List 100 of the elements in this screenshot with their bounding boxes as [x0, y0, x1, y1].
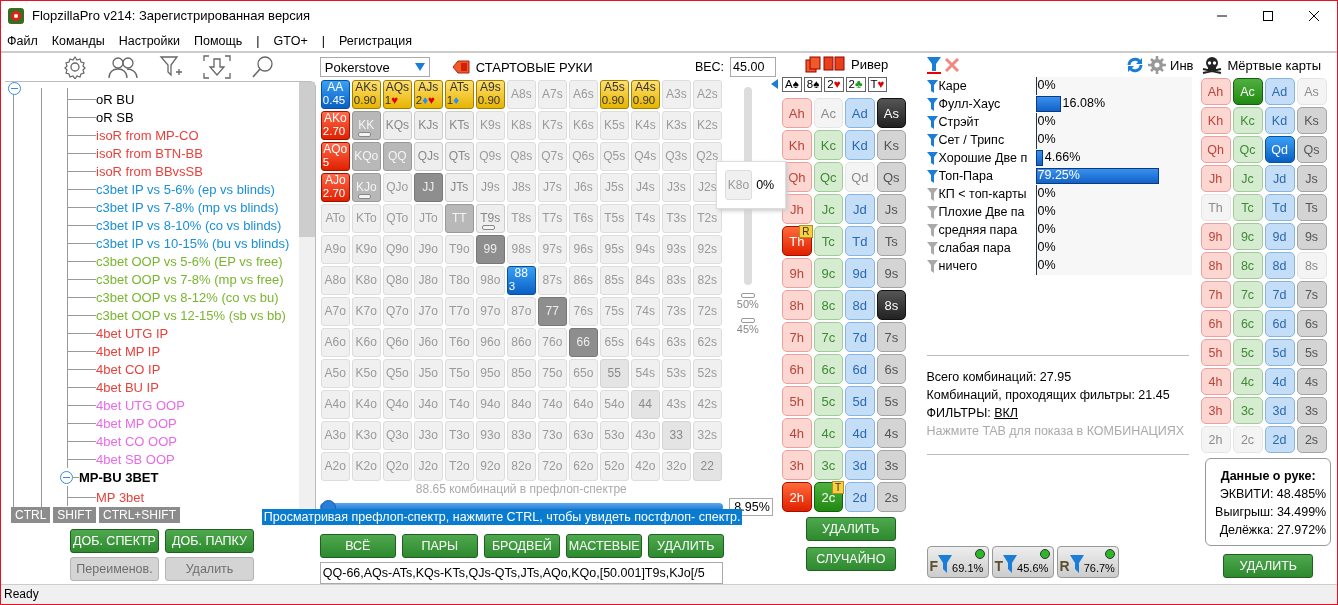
hand-cell[interactable]: 43o: [630, 421, 660, 450]
range-item[interactable]: 4bet BU IP: [96, 379, 159, 395]
hand-cell[interactable]: J4s: [630, 173, 660, 202]
hand-cell[interactable]: A8s: [506, 80, 536, 109]
card-tile[interactable]: 4s: [876, 418, 907, 448]
card-tile[interactable]: 8s: [1296, 252, 1327, 279]
card-tile[interactable]: 4c: [813, 418, 844, 448]
card-tile[interactable]: 5s: [876, 386, 907, 416]
hand-cell[interactable]: T7s: [537, 204, 567, 233]
filter-add-icon[interactable]: [159, 55, 184, 79]
range-item[interactable]: c3bet OOP vs 5-6% (EP vs free): [96, 253, 283, 269]
card-tile[interactable]: 5d: [845, 386, 875, 416]
hand-cell[interactable]: A2o: [320, 452, 350, 481]
range-item[interactable]: c3bet IP vs 7-8% (mp vs blinds): [96, 199, 279, 215]
collapse-icon[interactable]: [60, 470, 73, 484]
filter-icon[interactable]: [926, 241, 938, 255]
card-tile[interactable]: 8s: [876, 290, 907, 320]
hand-cell[interactable]: 63o: [568, 421, 598, 450]
range-item[interactable]: 4bet UTG OOP: [96, 397, 185, 413]
hand-cell[interactable]: Q7s: [537, 142, 567, 171]
card-tile[interactable]: Kc: [813, 130, 844, 160]
card-tile[interactable]: 3d: [1264, 397, 1295, 424]
hand-cell[interactable]: K2o: [351, 452, 381, 481]
card-tile[interactable]: Ks: [876, 130, 907, 160]
hand-cell[interactable]: K4o: [351, 390, 381, 419]
hand-cell[interactable]: K3s: [661, 111, 691, 140]
street-filter-button[interactable]: R 76.7%: [1056, 546, 1119, 578]
range-button[interactable]: УДАЛИТЬ: [647, 534, 724, 558]
card-tile[interactable]: Ac: [1232, 78, 1263, 105]
card-tile[interactable]: 9h: [1200, 223, 1231, 250]
hand-cell[interactable]: 97o: [475, 297, 505, 326]
filter-icon[interactable]: [926, 169, 938, 183]
hand-cell[interactable]: 76s: [568, 297, 598, 326]
hand-cell[interactable]: 85o: [506, 359, 536, 388]
board-card[interactable]: T♥: [867, 76, 888, 92]
hand-cell[interactable]: Q7o: [382, 297, 412, 326]
hand-cell[interactable]: A3s: [661, 80, 691, 109]
hand-cell[interactable]: A5o: [320, 359, 350, 388]
card-tile[interactable]: Td: [845, 226, 875, 256]
card-tile[interactable]: 3s: [1296, 397, 1327, 424]
hand-cell[interactable]: K2s: [692, 111, 722, 140]
range-item[interactable]: 4bet CO IP: [96, 361, 161, 377]
hand-cell[interactable]: Q9s: [475, 142, 505, 171]
card-tile[interactable]: Qs: [876, 162, 907, 192]
hand-cell[interactable]: K6s: [568, 111, 598, 140]
card-tile[interactable]: 2h: [782, 482, 812, 512]
range-item[interactable]: 4bet MP IP: [96, 343, 161, 359]
search-icon[interactable]: [251, 55, 276, 79]
hand-cell[interactable]: 74s: [630, 297, 660, 326]
modifier-tab[interactable]: CTRL: [11, 507, 51, 523]
hand-cell[interactable]: AJs 2♦♥: [413, 80, 443, 109]
card-tile[interactable]: 3c: [1232, 397, 1263, 424]
clear-icon[interactable]: [944, 58, 959, 72]
hand-cell[interactable]: T5o: [444, 359, 474, 388]
hand-cell[interactable]: 44: [630, 390, 660, 419]
hand-cell[interactable]: Q3s: [661, 142, 691, 171]
hand-cell[interactable]: 82s: [692, 266, 722, 295]
card-tile[interactable]: 7c: [1232, 281, 1263, 308]
menu-item[interactable]: Файл: [7, 33, 38, 48]
card-tile[interactable]: 3h: [1200, 397, 1231, 424]
hand-cell[interactable]: 93o: [475, 421, 505, 450]
hand-cell[interactable]: 84s: [630, 266, 660, 295]
hand-cell[interactable]: J3o: [413, 421, 443, 450]
hand-cell[interactable]: 98o: [475, 266, 505, 295]
hand-cell[interactable]: 54s: [630, 359, 660, 388]
filters-link[interactable]: ВКЛ: [994, 406, 1018, 420]
hand-cell[interactable]: J8s: [506, 173, 536, 202]
range-item[interactable]: 4bet CO OOP: [96, 433, 177, 449]
board-card[interactable]: A♠: [782, 76, 802, 92]
hand-cell[interactable]: T2o: [444, 452, 474, 481]
card-tile[interactable]: 3c: [813, 450, 844, 480]
hand-cell[interactable]: Q4s: [630, 142, 660, 171]
menu-item[interactable]: Помощь: [194, 33, 243, 48]
hand-cell[interactable]: K9s: [475, 111, 505, 140]
hand-cell[interactable]: 53o: [599, 421, 629, 450]
hand-cell[interactable]: 76o: [537, 328, 567, 357]
hand-cell[interactable]: QJo: [382, 173, 412, 202]
range-item[interactable]: 4bet UTG IP: [96, 325, 169, 341]
hand-cell[interactable]: 72o: [537, 452, 567, 481]
hand-cell[interactable]: J6s: [568, 173, 598, 202]
range-item[interactable]: isoR from BBvsSB: [96, 163, 203, 179]
hand-cell[interactable]: A9s 0.90: [475, 80, 505, 109]
card-tile[interactable]: 8c: [813, 290, 844, 320]
hand-cell[interactable]: 94s: [630, 235, 660, 264]
card-tile[interactable]: Th: [1200, 194, 1231, 221]
hand-cell[interactable]: A5s 0.90: [599, 80, 629, 109]
range-item[interactable]: oR BU: [96, 91, 135, 107]
menu-item[interactable]: |: [321, 33, 325, 48]
menu-item[interactable]: Регистрация: [338, 33, 412, 48]
hand-cell[interactable]: K3o: [351, 421, 381, 450]
card-tile[interactable]: Ad: [1264, 78, 1295, 105]
card-tile[interactable]: Kd: [845, 130, 875, 160]
range-button[interactable]: ПАРЫ: [401, 534, 478, 558]
hand-cell[interactable]: JTs: [444, 173, 474, 202]
panel-button[interactable]: ДОБ. ПАПКУ: [165, 529, 254, 553]
range-item[interactable]: c3bet OOP vs 7-8% (mp vs free): [96, 271, 284, 287]
arrow-icon[interactable]: [771, 79, 779, 89]
hand-cell[interactable]: QTs: [444, 142, 474, 171]
settings-icon[interactable]: [63, 55, 88, 79]
hand-cell[interactable]: K7s: [537, 111, 567, 140]
